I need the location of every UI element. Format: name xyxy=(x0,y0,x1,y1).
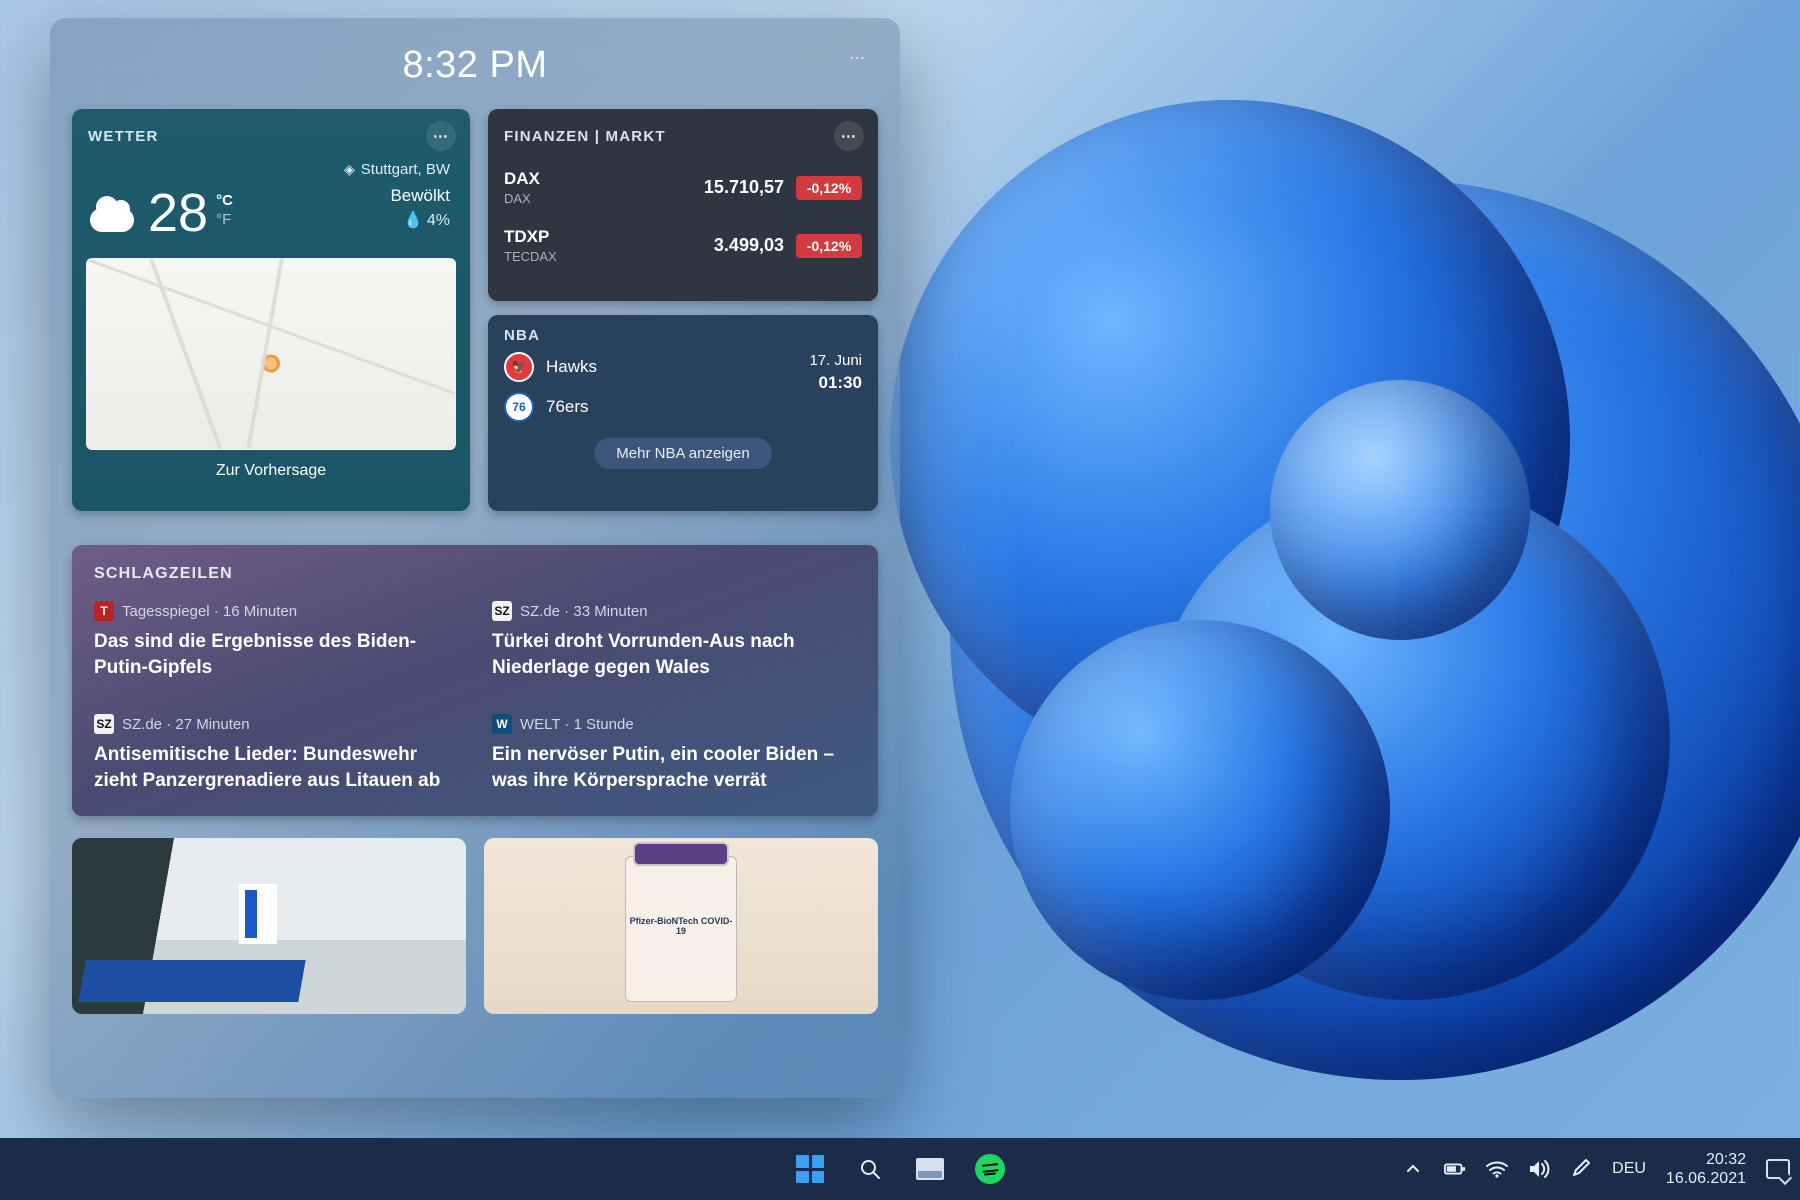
weather-location: Stuttgart, BW xyxy=(361,161,450,178)
headline-source: WELT · 1 Stunde xyxy=(520,716,634,733)
headline-story[interactable]: W WELT · 1 Stunde Ein nervöser Putin, ein … xyxy=(492,714,856,793)
task-view-icon xyxy=(916,1158,944,1180)
weather-temperature: 28 xyxy=(148,186,208,240)
source-favicon: W xyxy=(492,714,512,734)
start-button[interactable] xyxy=(792,1151,828,1187)
finance-more-button[interactable]: ⋯ xyxy=(834,121,864,151)
headline-title[interactable]: Antisemitische Lieder: Bundeswehr zieht … xyxy=(94,742,458,793)
tray-wifi-icon[interactable] xyxy=(1486,1158,1508,1180)
unit-celsius[interactable]: °C xyxy=(216,192,233,209)
weather-humidity: 4% xyxy=(427,212,450,229)
tray-overflow-button[interactable] xyxy=(1402,1158,1424,1180)
headlines-widget: SCHLAGZEILEN T Tagesspiegel · 16 Minuten D… xyxy=(72,545,878,816)
weather-map[interactable] xyxy=(86,258,456,450)
news-image-tile[interactable] xyxy=(72,838,466,1014)
tray-battery-icon[interactable] xyxy=(1444,1158,1466,1180)
nba-team-name: Hawks xyxy=(546,357,597,377)
chevron-up-icon xyxy=(1405,1161,1421,1177)
tray-volume-icon[interactable] xyxy=(1528,1158,1550,1180)
finance-row[interactable]: DAX DAX 15.710,57 -0,12% xyxy=(504,159,862,216)
weather-condition: Bewölkt xyxy=(390,186,450,206)
headline-story[interactable]: SZ SZ.de · 27 Minuten Antisemitische Liede… xyxy=(94,714,458,793)
nba-more-button[interactable]: Mehr NBA anzeigen xyxy=(594,438,771,469)
headline-source: Tagesspiegel · 16 Minuten xyxy=(122,603,297,620)
source-favicon: SZ xyxy=(94,714,114,734)
task-view-button[interactable] xyxy=(912,1151,948,1187)
source-favicon: T xyxy=(94,601,114,621)
finance-value: 3.499,03 xyxy=(674,235,784,256)
vial-label: Pfizer-BioNTech COVID-19 xyxy=(629,916,733,938)
headline-source: SZ.de · 27 Minuten xyxy=(122,716,250,733)
finance-row[interactable]: TDXP TECDAX 3.499,03 -0,12% xyxy=(504,216,862,274)
source-favicon: SZ xyxy=(492,601,512,621)
finance-change: -0,12% xyxy=(796,234,862,258)
nba-team-name: 76ers xyxy=(546,397,589,417)
nba-widget[interactable]: NBA 🦅 Hawks 76 76ers xyxy=(488,315,878,511)
nba-game-date: 17. Juni xyxy=(809,352,862,369)
hawks-logo-icon: 🦅 xyxy=(504,352,534,382)
taskbar-search-button[interactable] xyxy=(852,1151,888,1187)
finance-change: -0,12% xyxy=(796,176,862,200)
windows-logo-icon xyxy=(796,1155,824,1183)
tray-ink-icon[interactable] xyxy=(1570,1158,1592,1180)
spotify-icon xyxy=(975,1154,1005,1184)
tray-clock[interactable]: 20:32 16.06.2021 xyxy=(1666,1150,1746,1188)
tray-language[interactable]: DEU xyxy=(1612,1160,1646,1178)
finance-symbol: TDXP xyxy=(504,227,604,247)
finance-symbol: DAX xyxy=(504,169,604,189)
taskbar-app-spotify[interactable] xyxy=(972,1151,1008,1187)
finance-widget[interactable]: FINANZEN | MARKT ⋯ DAX DAX 15.710,57 -0,… xyxy=(488,109,878,301)
news-image-tile[interactable]: Pfizer-BioNTech COVID-19 xyxy=(484,838,878,1014)
panel-more-button[interactable]: ⋯ xyxy=(840,46,874,70)
tray-notifications-button[interactable] xyxy=(1766,1159,1790,1179)
finance-title: FINANZEN | MARKT xyxy=(504,128,666,145)
weather-cloud-icon xyxy=(90,192,142,240)
nba-title: NBA xyxy=(504,327,540,344)
headline-title[interactable]: Türkei droht Vorrunden-Aus nach Niederla… xyxy=(492,629,856,680)
forecast-link[interactable]: Zur Vorhersage xyxy=(72,450,470,480)
humidity-drop-icon: 💧 xyxy=(403,212,423,229)
headline-story[interactable]: T Tagesspiegel · 16 Minuten Das sind die E… xyxy=(94,601,458,680)
widgets-panel: 8:32 PM ⋯ WETTER ⋯ ◈ Stuttgart, BW 28 °C … xyxy=(50,18,900,1098)
search-icon xyxy=(858,1157,882,1181)
headline-title[interactable]: Das sind die Ergebnisse des Biden-Putin-… xyxy=(94,629,458,680)
headline-title[interactable]: Ein nervöser Putin, ein cooler Biden – w… xyxy=(492,742,856,793)
taskbar: DEU 20:32 16.06.2021 xyxy=(0,1138,1800,1200)
nba-team-row: 🦅 Hawks xyxy=(504,352,597,382)
unit-fahrenheit[interactable]: °F xyxy=(216,211,233,228)
tray-time: 20:32 xyxy=(1666,1150,1746,1169)
panel-clock: 8:32 PM xyxy=(402,44,547,86)
headline-source: SZ.de · 33 Minuten xyxy=(520,603,648,620)
wallpaper-bloom xyxy=(830,60,1800,1110)
weather-widget[interactable]: WETTER ⋯ ◈ Stuttgart, BW 28 °C °F Bewölkt… xyxy=(72,109,470,511)
headlines-title: SCHLAGZEILEN xyxy=(94,565,856,583)
finance-subname: DAX xyxy=(504,191,604,206)
nba-game-time: 01:30 xyxy=(809,373,862,393)
location-pin-icon: ◈ xyxy=(344,161,355,177)
sixers-logo-icon: 76 xyxy=(504,392,534,422)
finance-subname: TECDAX xyxy=(504,249,604,264)
tray-date: 16.06.2021 xyxy=(1666,1169,1746,1188)
headline-story[interactable]: SZ SZ.de · 33 Minuten Türkei droht Vorrund… xyxy=(492,601,856,680)
finance-value: 15.710,57 xyxy=(674,177,784,198)
weather-title: WETTER xyxy=(88,128,159,145)
nba-team-row: 76 76ers xyxy=(504,392,597,422)
weather-more-button[interactable]: ⋯ xyxy=(426,121,456,151)
